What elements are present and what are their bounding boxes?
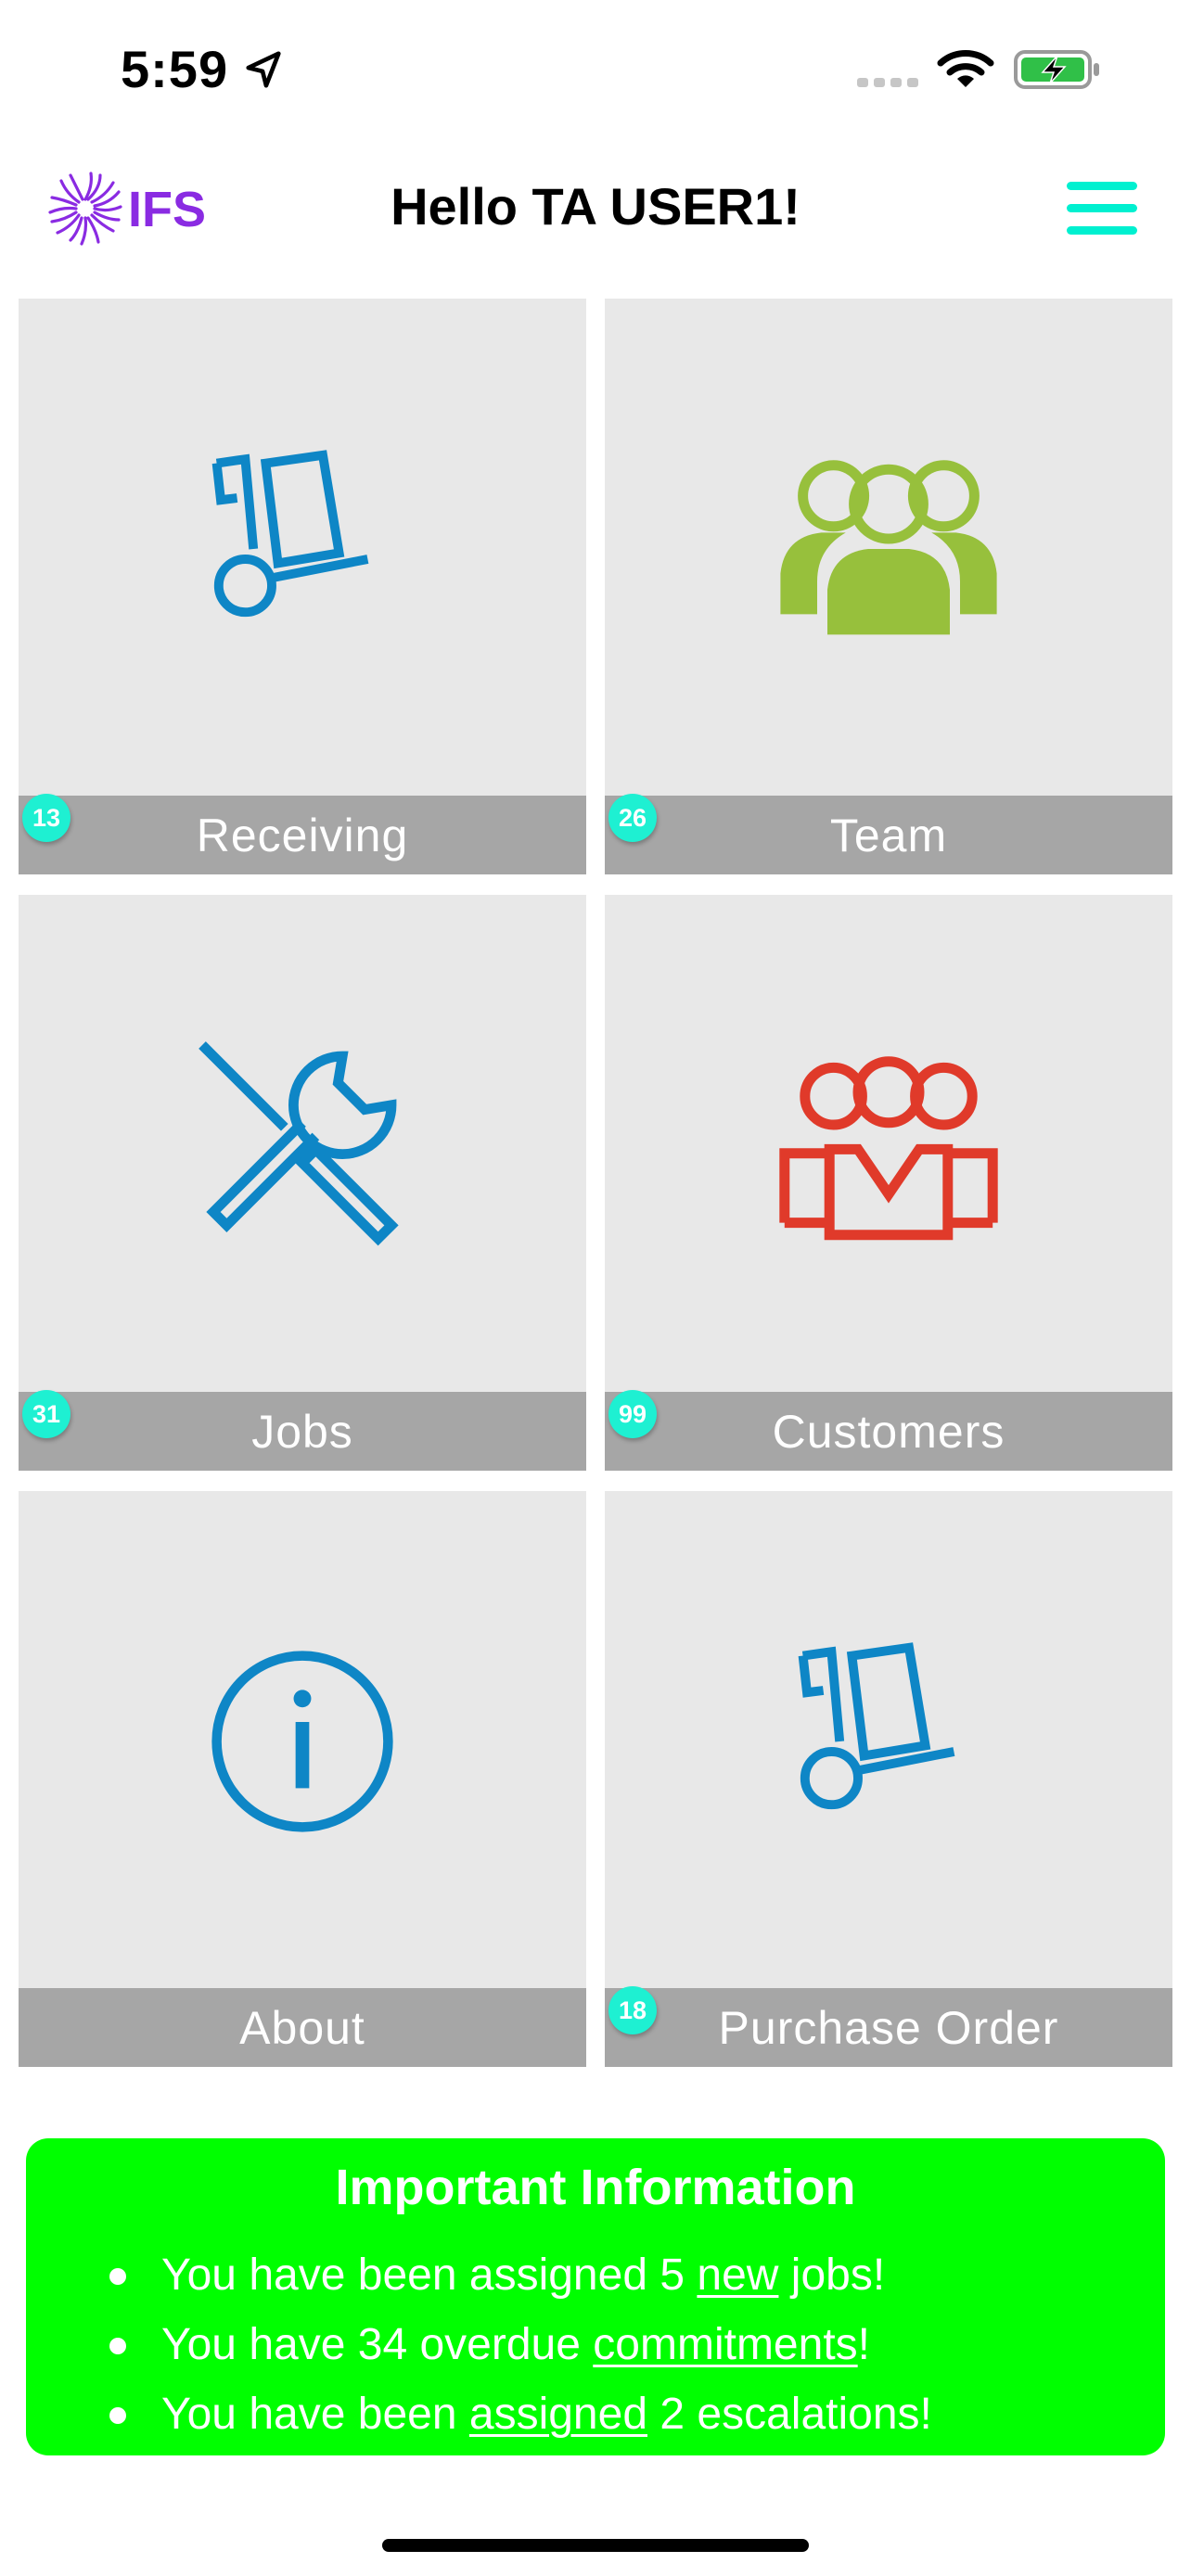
tile-label-bar: 31 Jobs	[19, 1390, 586, 1471]
app-screen: 5:59 IFS Hello TA USER1! 13 Receiving 26…	[0, 0, 1191, 2576]
commitments-link[interactable]: commitments	[593, 2320, 857, 2369]
menu-bar	[1067, 204, 1137, 212]
home-indicator[interactable]	[382, 2539, 809, 2552]
menu-bar	[1067, 226, 1137, 235]
new-jobs-link[interactable]: new	[697, 2251, 778, 2300]
tile-label-bar: 13 Receiving	[19, 794, 586, 874]
tile-jobs[interactable]: 31 Jobs	[19, 895, 586, 1471]
info-text: You have 34 overdue	[161, 2320, 594, 2369]
tile-label-bar: 26 Team	[605, 794, 1172, 874]
wifi-icon	[937, 50, 994, 87]
greeting-title: Hello TA USER1!	[391, 177, 800, 236]
tile-team[interactable]: 26 Team	[605, 299, 1172, 874]
tile-label: Team	[829, 810, 948, 861]
assigned-link[interactable]: assigned	[469, 2390, 647, 2439]
info-item: You have been assigned 5 new jobs!	[109, 2240, 932, 2310]
tile-label-bar: About	[19, 1988, 586, 2067]
tile-about[interactable]: About	[19, 1491, 586, 2067]
tile-label: About	[239, 2002, 365, 2054]
tile-label-bar: 99 Customers	[605, 1390, 1172, 1471]
status-time: 5:59	[121, 40, 229, 98]
cellular-signal-icon	[857, 78, 918, 87]
info-item: You have 34 overdue commitments!	[109, 2310, 932, 2379]
location-arrow-icon	[246, 51, 281, 88]
team-icon	[780, 460, 997, 635]
battery-charging-icon	[1014, 50, 1099, 89]
tile-grid: 13 Receiving 26 Team 31 Jobs 99 Customer…	[19, 299, 1172, 2067]
tile-receiving[interactable]: 13 Receiving	[19, 299, 586, 874]
info-text: 2 escalations!	[647, 2390, 932, 2439]
hand-truck-icon	[211, 450, 369, 618]
tools-icon	[198, 1041, 399, 1246]
info-text: You have been assigned 5	[161, 2251, 698, 2300]
hand-truck-icon	[798, 1642, 955, 1810]
info-title: Important Information	[335, 2160, 856, 2215]
info-item: You have been assigned 2 escalations!	[109, 2379, 932, 2449]
info-icon	[211, 1651, 393, 1832]
info-text: You have been	[161, 2390, 469, 2439]
tile-customers[interactable]: 99 Customers	[605, 895, 1172, 1471]
tile-purchase-order[interactable]: 18 Purchase Order	[605, 1491, 1172, 2067]
tile-label: Jobs	[251, 1406, 353, 1458]
info-text: !	[857, 2320, 870, 2369]
menu-bar	[1067, 182, 1137, 190]
tile-label-bar: 18 Purchase Order	[605, 1986, 1172, 2067]
tile-label: Purchase Order	[718, 2002, 1059, 2054]
app-header: IFS Hello TA USER1!	[0, 139, 1191, 278]
tile-label: Customers	[772, 1406, 1005, 1458]
status-bar: 5:59	[0, 0, 1191, 139]
hamburger-menu-button[interactable]	[1067, 182, 1137, 239]
info-text: jobs!	[778, 2251, 886, 2300]
tile-label: Receiving	[196, 810, 409, 861]
info-list: You have been assigned 5 new jobs! You h…	[109, 2240, 932, 2449]
important-info-panel: Important Information You have been assi…	[26, 2138, 1165, 2455]
customers-icon	[779, 1056, 998, 1241]
